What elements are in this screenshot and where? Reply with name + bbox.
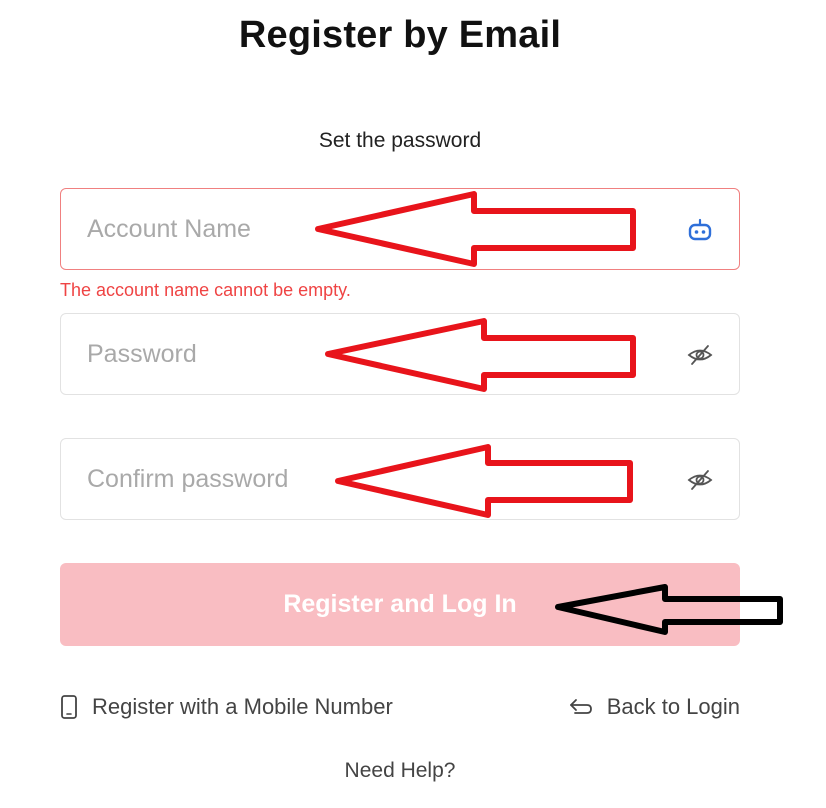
account-name-error: The account name cannot be empty. <box>60 280 351 300</box>
eye-off-icon[interactable] <box>687 467 713 493</box>
eye-off-icon[interactable] <box>687 342 713 368</box>
back-to-login-label: Back to Login <box>606 694 740 719</box>
confirm-password-field <box>60 438 740 520</box>
register-and-login-button[interactable]: Register and Log In <box>60 563 740 646</box>
confirm-password-input[interactable] <box>87 439 647 519</box>
bot-icon[interactable] <box>687 217 713 243</box>
need-help-link[interactable]: Need Help? <box>0 759 800 783</box>
page-subtitle: Set the password <box>318 129 482 152</box>
register-with-mobile-label: Register with a Mobile Number <box>92 694 393 719</box>
page-title: Register by Email <box>238 14 562 56</box>
account-name-input[interactable] <box>87 189 647 269</box>
password-input[interactable] <box>87 314 647 394</box>
register-with-mobile-link[interactable]: Register with a Mobile Number <box>60 694 393 720</box>
back-arrow-icon <box>569 697 593 717</box>
back-to-login-link[interactable]: Back to Login <box>569 694 740 720</box>
annotation-arrows <box>315 191 783 635</box>
password-field <box>60 313 740 395</box>
account-name-field <box>60 188 740 270</box>
mobile-phone-icon <box>60 694 78 720</box>
